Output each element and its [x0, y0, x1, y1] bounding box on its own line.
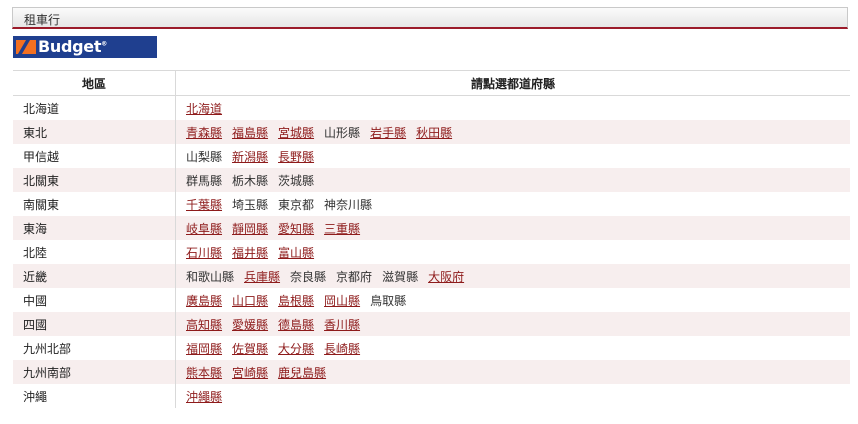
region-cell: 九州北部: [13, 336, 176, 360]
prefecture-link[interactable]: 沖繩縣: [186, 390, 222, 404]
prefecture-link[interactable]: 福岡縣: [186, 342, 222, 356]
budget-logo-mark-icon: [16, 40, 36, 54]
prefecture-link[interactable]: 鹿兒島縣: [278, 366, 326, 380]
prefecture-column-header: 請點選都道府縣: [175, 70, 850, 96]
prefecture-link[interactable]: 北海道: [186, 102, 222, 116]
table-row: 中國 廣島縣 山口縣 島根縣 岡山縣 鳥取縣: [13, 288, 850, 312]
table-row: 九州南部 熊本縣 宮崎縣 鹿兒島縣: [13, 360, 850, 384]
prefecture-label: 栃木縣: [232, 173, 269, 188]
prefecture-link[interactable]: 德島縣: [278, 318, 314, 332]
prefecture-link[interactable]: 靜岡縣: [232, 222, 268, 236]
prefecture-link[interactable]: 岐阜縣: [186, 222, 222, 236]
prefecture-cell: 廣島縣 山口縣 島根縣 岡山縣 鳥取縣: [176, 288, 851, 312]
region-cell: 東北: [13, 120, 176, 144]
prefecture-link[interactable]: 大分縣: [278, 342, 314, 356]
prefecture-label: 茨城縣: [278, 173, 315, 188]
prefecture-link[interactable]: 長崎縣: [324, 342, 360, 356]
region-cell: 沖繩: [13, 384, 176, 408]
prefecture-cell: 青森縣 福島縣 宮城縣 山形縣 岩手縣 秋田縣: [175, 120, 850, 144]
prefecture-link[interactable]: 新潟縣: [232, 150, 268, 164]
region-cell: 近畿: [13, 264, 176, 288]
prefecture-link[interactable]: 福井縣: [232, 246, 268, 260]
prefecture-cell: 沖繩縣: [176, 384, 851, 408]
prefecture-link[interactable]: 岡山縣: [324, 294, 360, 308]
prefecture-cell: 熊本縣 宮崎縣 鹿兒島縣: [175, 360, 850, 384]
table-row: 沖繩 沖繩縣: [13, 384, 850, 408]
prefecture-link[interactable]: 島根縣: [278, 294, 314, 308]
section-title: 租車行: [24, 13, 61, 27]
prefecture-link[interactable]: 山口縣: [232, 294, 268, 308]
table-row: 北關東 群馬縣 栃木縣 茨城縣: [13, 168, 850, 192]
prefecture-link[interactable]: 愛媛縣: [232, 318, 268, 332]
region-cell: 南關東: [13, 192, 176, 216]
prefecture-link[interactable]: 富山縣: [278, 246, 314, 260]
table-body: 北海道 北海道 東北 青森縣 福島縣 宮城縣 山形縣 岩手縣 秋田縣 甲信越 山梨縣 新潟縣 長野縣 北關…: [13, 95, 851, 408]
prefecture-link[interactable]: 熊本縣: [186, 366, 222, 380]
prefecture-link[interactable]: 石川縣: [186, 246, 222, 260]
prefecture-cell: 千葉縣 埼玉縣 東京都 神奈川縣: [176, 192, 851, 216]
prefecture-link[interactable]: 愛知縣: [278, 222, 314, 236]
section-header-bar: 租車行: [12, 7, 848, 29]
prefecture-label: 神奈川縣: [324, 197, 373, 212]
prefecture-link[interactable]: 岩手縣: [370, 126, 406, 140]
prefecture-link[interactable]: 長野縣: [278, 150, 314, 164]
table-row: 北陸 石川縣 福井縣 富山縣: [13, 240, 850, 264]
prefecture-link[interactable]: 青森縣: [186, 126, 222, 140]
table-row: 東北 青森縣 福島縣 宮城縣 山形縣 岩手縣 秋田縣: [13, 120, 850, 144]
table-row: 甲信越 山梨縣 新潟縣 長野縣: [13, 144, 850, 168]
table-row: 東海 岐阜縣 靜岡縣 愛知縣 三重縣: [13, 216, 850, 240]
region-cell: 北海道: [13, 95, 176, 120]
table-row: 九州北部 福岡縣 佐賀縣 大分縣 長崎縣: [13, 336, 850, 360]
prefecture-link[interactable]: 佐賀縣: [232, 342, 268, 356]
prefecture-link[interactable]: 宮崎縣: [232, 366, 268, 380]
region-cell: 中國: [13, 288, 176, 312]
budget-logo-text: Budget®: [38, 37, 107, 56]
prefecture-cell: 高知縣 愛媛縣 德島縣 香川縣: [175, 312, 850, 336]
prefecture-label: 和歌山縣: [186, 269, 235, 284]
prefecture-label: 群馬縣: [186, 173, 223, 188]
region-cell: 四國: [13, 312, 176, 336]
region-column-header: 地區: [13, 70, 176, 96]
prefecture-link[interactable]: 大阪府: [428, 270, 464, 284]
prefecture-label: 鳥取縣: [370, 293, 407, 308]
prefecture-label: 奈良縣: [290, 269, 327, 284]
prefecture-label: 山梨縣: [186, 149, 223, 164]
prefecture-link[interactable]: 秋田縣: [416, 126, 452, 140]
region-cell: 九州南部: [13, 360, 176, 384]
region-cell: 甲信越: [13, 144, 176, 168]
table-row: 近畿 和歌山縣 兵庫縣 奈良縣 京都府 滋賀縣 大阪府: [13, 264, 850, 288]
prefecture-label: 東京都: [278, 197, 315, 212]
prefecture-link[interactable]: 香川縣: [324, 318, 360, 332]
region-cell: 北陸: [13, 240, 176, 264]
table-row: 南關東 千葉縣 埼玉縣 東京都 神奈川縣: [13, 192, 850, 216]
budget-logo: Budget®: [13, 36, 157, 58]
prefecture-cell: 山梨縣 新潟縣 長野縣: [176, 144, 851, 168]
prefecture-cell: 石川縣 福井縣 富山縣: [176, 240, 851, 264]
prefecture-cell: 群馬縣 栃木縣 茨城縣: [175, 168, 850, 192]
prefecture-cell: 和歌山縣 兵庫縣 奈良縣 京都府 滋賀縣 大阪府: [175, 264, 850, 288]
prefecture-link[interactable]: 高知縣: [186, 318, 222, 332]
table-header-row: 地區 請點選都道府縣: [13, 70, 850, 96]
prefecture-link[interactable]: 宮城縣: [278, 126, 314, 140]
prefecture-link[interactable]: 千葉縣: [186, 198, 222, 212]
prefecture-link[interactable]: 兵庫縣: [244, 270, 280, 284]
prefecture-label: 京都府: [336, 269, 373, 284]
prefecture-label: 埼玉縣: [232, 197, 269, 212]
prefecture-cell: 岐阜縣 靜岡縣 愛知縣 三重縣: [175, 216, 850, 240]
region-prefecture-table: 地區 請點選都道府縣 北海道 北海道 東北 青森縣 福島縣 宮城縣 山形縣 岩手縣 秋田縣 甲信越…: [13, 70, 850, 408]
prefecture-link[interactable]: 三重縣: [324, 222, 360, 236]
table-row: 北海道 北海道: [13, 95, 851, 121]
region-cell: 北關東: [13, 168, 176, 192]
prefecture-cell: 福岡縣 佐賀縣 大分縣 長崎縣: [176, 336, 851, 360]
region-cell: 東海: [13, 216, 176, 240]
prefecture-label: 山形縣: [324, 125, 361, 140]
table-row: 四國 高知縣 愛媛縣 德島縣 香川縣: [13, 312, 850, 336]
prefecture-link[interactable]: 福島縣: [232, 126, 268, 140]
prefecture-cell: 北海道: [176, 96, 851, 121]
prefecture-label: 滋賀縣: [382, 269, 419, 284]
prefecture-link[interactable]: 廣島縣: [186, 294, 222, 308]
